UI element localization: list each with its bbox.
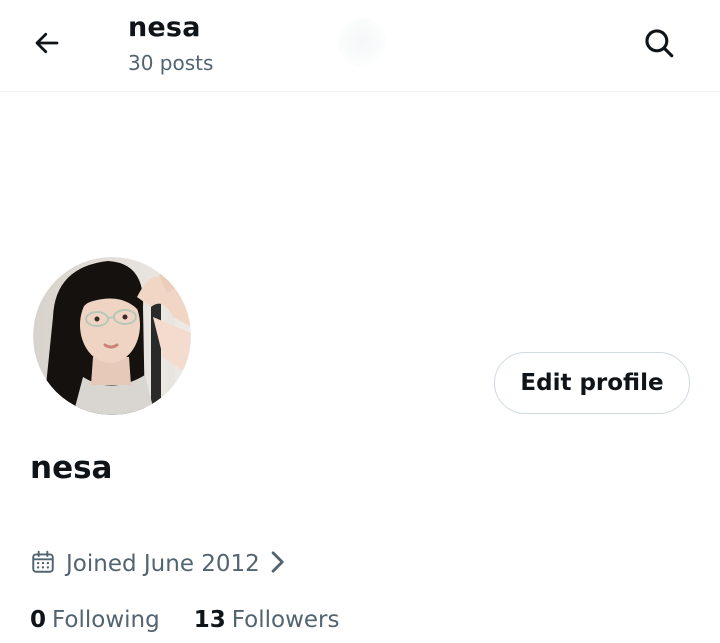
followers-link[interactable]: 13 Followers xyxy=(194,607,340,633)
follow-stats: 0 Following 13 Followers xyxy=(30,602,339,638)
joined-date-text: Joined June 2012 xyxy=(66,551,260,577)
following-label: Following xyxy=(52,607,160,633)
joined-date-row[interactable]: Joined June 2012 xyxy=(30,546,286,582)
chevron-right-icon xyxy=(268,549,286,579)
top-bar: nesa 30 posts xyxy=(0,0,720,92)
header-title-block: nesa 30 posts xyxy=(128,10,213,78)
profile-display-name: nesa xyxy=(30,450,113,486)
search-icon xyxy=(642,26,676,64)
edit-profile-button[interactable]: Edit profile xyxy=(494,352,690,414)
arrow-left-icon xyxy=(32,28,62,62)
header-title: nesa xyxy=(128,12,201,43)
followers-count: 13 xyxy=(193,607,226,633)
avatar[interactable] xyxy=(30,254,194,418)
posts-count: 30 posts xyxy=(128,51,214,75)
search-button[interactable] xyxy=(638,24,680,66)
followers-label: Followers xyxy=(231,607,340,633)
back-button[interactable] xyxy=(28,26,66,64)
calendar-icon xyxy=(30,549,56,579)
header-avatar-placeholder xyxy=(338,18,386,66)
following-count: 0 xyxy=(30,607,47,633)
following-link[interactable]: 0 Following xyxy=(30,607,160,633)
